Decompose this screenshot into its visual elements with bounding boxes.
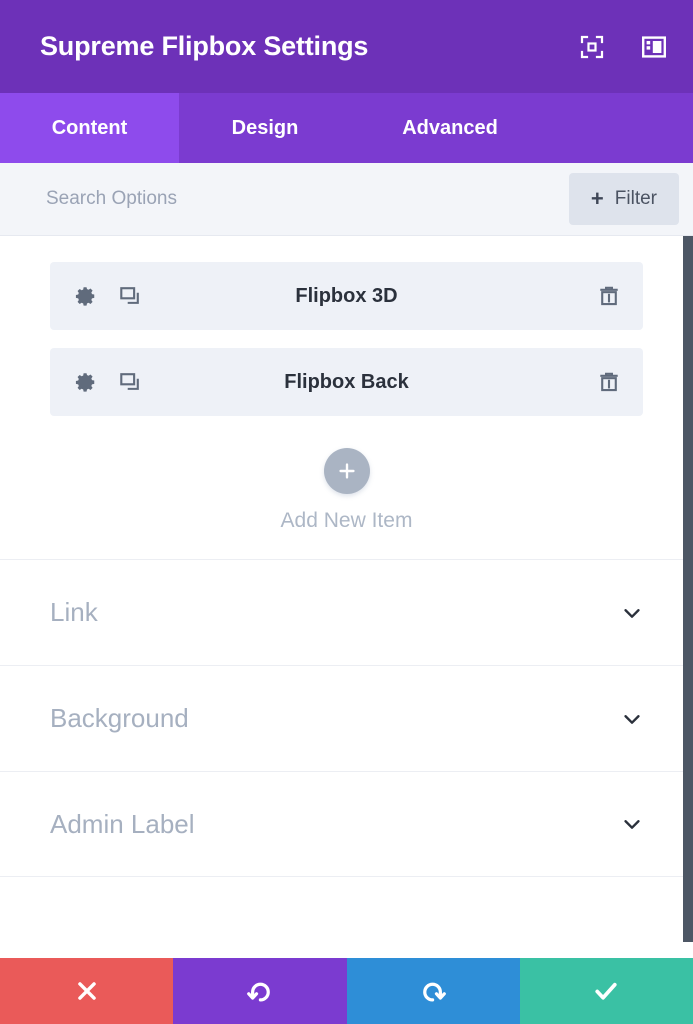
toggle-background[interactable]: Background: [0, 665, 693, 771]
table-row[interactable]: Flipbox 3D: [50, 262, 643, 330]
gear-icon[interactable]: [74, 284, 98, 308]
duplicate-icon[interactable]: [118, 370, 142, 394]
child-items-list: Flipbox 3D Flipbox Back Add New Item: [0, 236, 693, 559]
chevron-down-icon: [619, 706, 645, 732]
flipbox-settings-modal: Supreme Flipbox Settings Content Design: [0, 0, 693, 1024]
filter-button-label: Filter: [614, 188, 657, 209]
trash-icon[interactable]: [597, 370, 621, 394]
toggle-background-label: Background: [50, 703, 189, 733]
focus-mode-icon[interactable]: [579, 34, 605, 60]
toggle-admin-label[interactable]: Admin Label: [0, 771, 693, 877]
search-row: + Filter: [0, 163, 693, 236]
add-new-item-label: Add New Item: [280, 509, 413, 532]
tab-content[interactable]: Content: [0, 93, 179, 163]
cancel-button[interactable]: [0, 958, 174, 1024]
check-icon: [592, 977, 620, 1005]
scrollbar-thumb[interactable]: [683, 236, 693, 942]
header-actions: [579, 34, 667, 60]
add-new-item-button[interactable]: Add New Item: [50, 434, 643, 559]
redo-button[interactable]: [346, 958, 520, 1024]
page-title: Supreme Flipbox Settings: [40, 31, 369, 61]
search-input[interactable]: [46, 188, 569, 210]
table-row[interactable]: Flipbox Back: [50, 348, 643, 416]
modal-header: Supreme Flipbox Settings: [0, 0, 693, 93]
redo-icon: [420, 978, 447, 1004]
toggle-admin-label-label: Admin Label: [50, 808, 195, 839]
gear-icon[interactable]: [74, 370, 98, 394]
vertical-scrollbar[interactable]: [683, 236, 693, 958]
close-icon: [74, 978, 100, 1004]
trash-icon[interactable]: [597, 284, 621, 308]
undo-icon: [246, 978, 273, 1004]
toggle-link[interactable]: Link: [0, 559, 693, 665]
settings-body: Flipbox 3D Flipbox Back Add New Item Lin…: [0, 236, 693, 958]
duplicate-icon[interactable]: [118, 284, 142, 308]
chevron-down-icon: [619, 811, 645, 837]
modal-footer: [0, 958, 693, 1024]
plus-icon: +: [590, 186, 604, 211]
settings-tabs: Content Design Advanced: [0, 93, 693, 163]
filter-button[interactable]: + Filter: [568, 173, 679, 225]
tab-advanced[interactable]: Advanced: [351, 93, 549, 163]
plus-icon: [323, 448, 370, 494]
undo-button[interactable]: [173, 958, 347, 1024]
layout-panel-icon[interactable]: [641, 34, 667, 60]
chevron-down-icon: [619, 600, 645, 626]
tab-design[interactable]: Design: [179, 93, 351, 163]
row-left-actions: [74, 370, 142, 394]
toggle-link-label: Link: [50, 597, 98, 627]
row-left-actions: [74, 284, 142, 308]
save-button[interactable]: [519, 958, 693, 1024]
